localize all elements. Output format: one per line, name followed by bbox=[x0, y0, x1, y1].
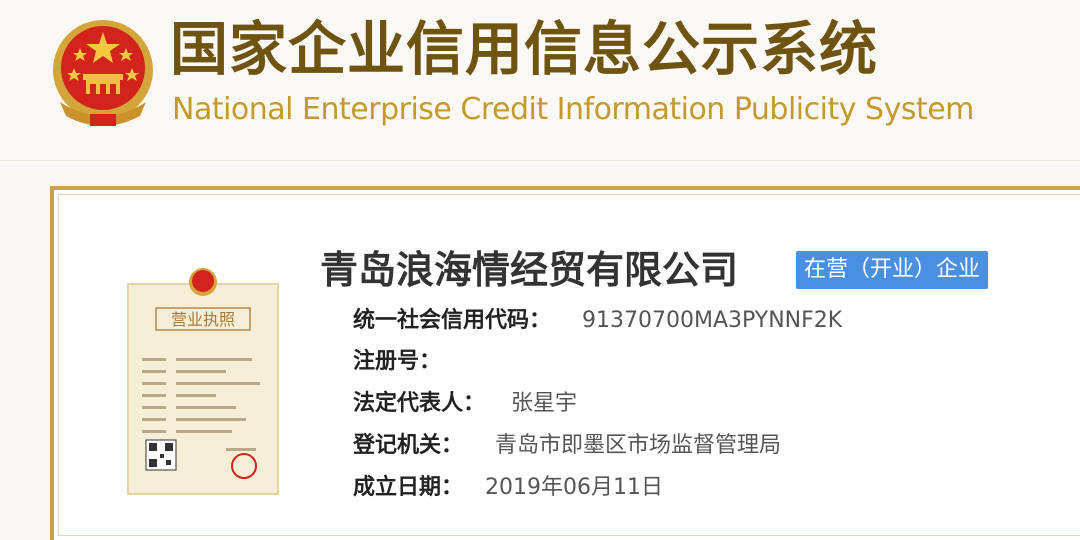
field-label: 成立日期： bbox=[353, 475, 464, 500]
site-title-cn: 国家企业信用信息公示系统 bbox=[170, 15, 879, 83]
field-establishment-date: 成立日期： 2019年06月11日 bbox=[353, 472, 663, 505]
field-value: 张星宇 bbox=[511, 391, 578, 416]
site-header: 国家企业信用信息公示系统 National Enterprise Credit … bbox=[0, 0, 1080, 161]
field-label: 统一社会信用代码： bbox=[353, 308, 552, 333]
license-title: 营业执照 bbox=[171, 310, 235, 329]
field-registration-number: 注册号： bbox=[353, 346, 441, 379]
field-legal-representative: 法定代表人： 张星宇 bbox=[353, 388, 577, 421]
field-credit-code: 统一社会信用代码： 91370700MA3PYNNF2K bbox=[353, 305, 842, 338]
status-badge: 在营（开业）企业 bbox=[796, 251, 989, 289]
field-value: 青岛市即墨区市场监督管理局 bbox=[495, 433, 782, 458]
field-value: 2019年06月11日 bbox=[485, 475, 663, 500]
field-value: 91370700MA3PYNNF2K bbox=[582, 308, 843, 333]
field-label: 法定代表人： bbox=[353, 391, 486, 416]
business-license-icon: 营业执照 bbox=[118, 262, 288, 498]
field-registration-authority: 登记机关： 青岛市即墨区市场监督管理局 bbox=[353, 430, 781, 463]
field-label: 登记机关： bbox=[353, 433, 464, 458]
company-name: 青岛浪海情经贸有限公司 bbox=[320, 248, 739, 292]
site-title-en: National Enterprise Credit Information P… bbox=[172, 92, 974, 127]
national-emblem-icon bbox=[53, 20, 153, 126]
field-label: 注册号： bbox=[353, 349, 442, 374]
